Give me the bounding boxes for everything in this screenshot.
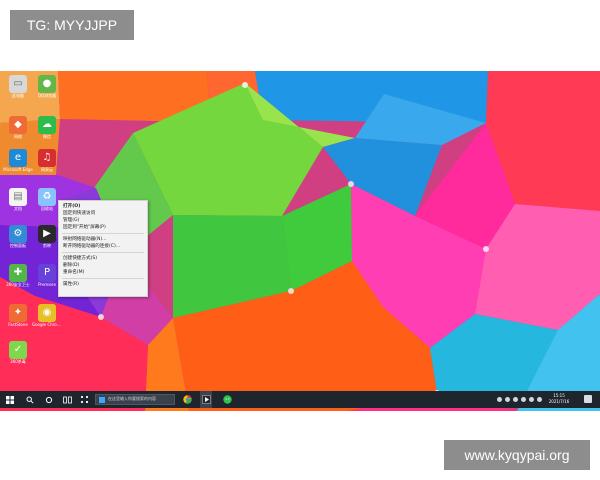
taskbar-app-wechat[interactable]: [221, 391, 233, 408]
taskbar-search-box[interactable]: 在这里输入你要搜索的内容: [95, 394, 175, 405]
desktop-icon-security[interactable]: ✚ 360安全卫士: [3, 264, 33, 300]
task-view-button[interactable]: [43, 391, 54, 408]
menu-item-disconnect-network-drive[interactable]: 断开网络驱动器的连接(C)...: [59, 243, 147, 250]
desktop-icon-label: Microsoft Edge: [3, 167, 33, 172]
menu-item-delete[interactable]: 删除(D): [59, 262, 147, 269]
screen: TG: MYYJJPP ▭ 此电脑 ● QQ浏览器 ◆ 网络 ☁ 微信 e Mi…: [0, 0, 600, 480]
clock-date: 2021/7/16: [548, 399, 570, 404]
desktop-icon-chrome[interactable]: ◉ Google Chrome: [32, 304, 62, 340]
desktop-icon-control-panel[interactable]: ⚙ 控制面板: [3, 225, 33, 261]
video-editor-icon: [201, 395, 211, 404]
desktop-icon-document[interactable]: ▤ 文档: [3, 188, 33, 224]
chrome-icon: ◉: [38, 304, 56, 322]
desktop-icon-faststone[interactable]: ✦ FastStone: [3, 304, 33, 340]
top-watermark-label: TG: MYYJJPP: [10, 10, 134, 40]
desktop-icon-label: 360杀毒: [10, 359, 26, 364]
desktop: ▭ 此电脑 ● QQ浏览器 ◆ 网络 ☁ 微信 e Microsoft Edge…: [0, 71, 600, 411]
computer-icon: ▭: [9, 75, 27, 93]
desktop-icon-network[interactable]: ◆ 网络: [3, 116, 33, 152]
volume-icon[interactable]: [521, 397, 526, 402]
help-icon[interactable]: [497, 397, 502, 402]
search-box-icon: [99, 397, 105, 403]
taskbar-app-video-editor[interactable]: [200, 391, 212, 408]
task-view-icon: [45, 396, 52, 403]
menu-item-properties[interactable]: 属性(R): [59, 281, 147, 288]
desktop-icon-edge[interactable]: e Microsoft Edge: [3, 149, 33, 185]
desktop-icon-browser[interactable]: ● QQ浏览器: [32, 75, 62, 111]
taskbar-app-chrome[interactable]: [181, 391, 193, 408]
desktop-icon-music[interactable]: ♫ 网易云: [32, 149, 62, 185]
menu-item-pin-start[interactable]: 固定到"开始"屏幕(P): [59, 224, 147, 231]
up-arrow-icon[interactable]: [505, 397, 510, 402]
antivirus-icon: ✓: [9, 341, 27, 359]
menu-item-manage[interactable]: 管理(G): [59, 217, 147, 224]
music-icon: ♫: [38, 149, 56, 167]
desktop-icon-label: 此电脑: [12, 93, 24, 98]
system-tray: [472, 394, 542, 405]
desktop-icon-antivirus[interactable]: ✓ 360杀毒: [3, 341, 33, 377]
premiere-icon: P: [38, 264, 56, 282]
widgets-button[interactable]: [62, 391, 73, 408]
browser-icon: ●: [38, 75, 56, 93]
wechat-icon: [222, 395, 232, 404]
security-icon: ✚: [9, 264, 27, 282]
network-icon[interactable]: [513, 397, 518, 402]
taskbar-search-button[interactable]: [24, 391, 35, 408]
language-icon[interactable]: [529, 397, 534, 402]
menu-item-pin-quick-access[interactable]: 固定到快速访问: [59, 210, 147, 217]
wechat-tray-icon[interactable]: [537, 397, 542, 402]
desktop-icon-label: 360安全卫士: [6, 282, 30, 287]
desktop-icon-label: 文档: [14, 206, 22, 211]
network-icon: ◆: [9, 116, 27, 134]
control-panel-icon: ⚙: [9, 225, 27, 243]
bottom-watermark-label: www.kyqypai.org: [444, 440, 590, 470]
context-menu: 打开(O) 固定到快速访问 管理(G) 固定到"开始"屏幕(P) 映射网络驱动器…: [58, 200, 148, 297]
menu-item-open[interactable]: 打开(O): [59, 203, 147, 210]
desktop-icon-this-pc[interactable]: ▭ 此电脑: [3, 75, 33, 111]
desktop-icon-label: QQ浏览器: [37, 93, 57, 98]
chrome-icon: [182, 395, 192, 404]
document-icon: ▤: [9, 188, 27, 206]
recycle-bin-icon: ♻: [38, 188, 56, 206]
menu-item-map-network-drive[interactable]: 映射网络驱动器(N)...: [59, 236, 147, 243]
menu-separator: [62, 233, 144, 234]
desktop-icon-wechat[interactable]: ☁ 微信: [32, 116, 62, 152]
menu-separator: [62, 278, 144, 279]
notification-icon[interactable]: [584, 395, 592, 403]
app-launcher-icon: [80, 395, 89, 404]
pinned-app-button[interactable]: [79, 391, 90, 408]
faststone-icon: ✦: [9, 304, 27, 322]
menu-item-create-shortcut[interactable]: 创建快捷方式(S): [59, 255, 147, 262]
desktop-icon-label: FastStone: [8, 322, 28, 327]
search-icon: [26, 396, 34, 404]
start-button[interactable]: [4, 391, 15, 408]
menu-item-rename[interactable]: 重命名(M): [59, 269, 147, 276]
desktop-icon-label: 微信: [43, 134, 51, 139]
widgets-icon: [63, 396, 72, 403]
desktop-icon-label: 网络: [14, 134, 22, 139]
edge-icon: e: [9, 149, 27, 167]
wechat-icon: ☁: [38, 116, 56, 134]
taskbar-search-placeholder: 在这里输入你要搜索的内容: [108, 396, 156, 401]
video-icon: ▶: [38, 225, 56, 243]
desktop-icon-label: 控制面板: [10, 243, 26, 248]
desktop-icon-label: Google Chrome: [32, 322, 62, 327]
taskbar-clock[interactable]: 15:15 2021/7/16: [543, 393, 575, 406]
taskbar: 在这里输入你要搜索的内容 15:15 2021/7/16: [0, 391, 600, 408]
windows-icon: [5, 395, 14, 404]
desktop-icon-label: 网易云: [41, 167, 53, 172]
menu-separator: [62, 252, 144, 253]
